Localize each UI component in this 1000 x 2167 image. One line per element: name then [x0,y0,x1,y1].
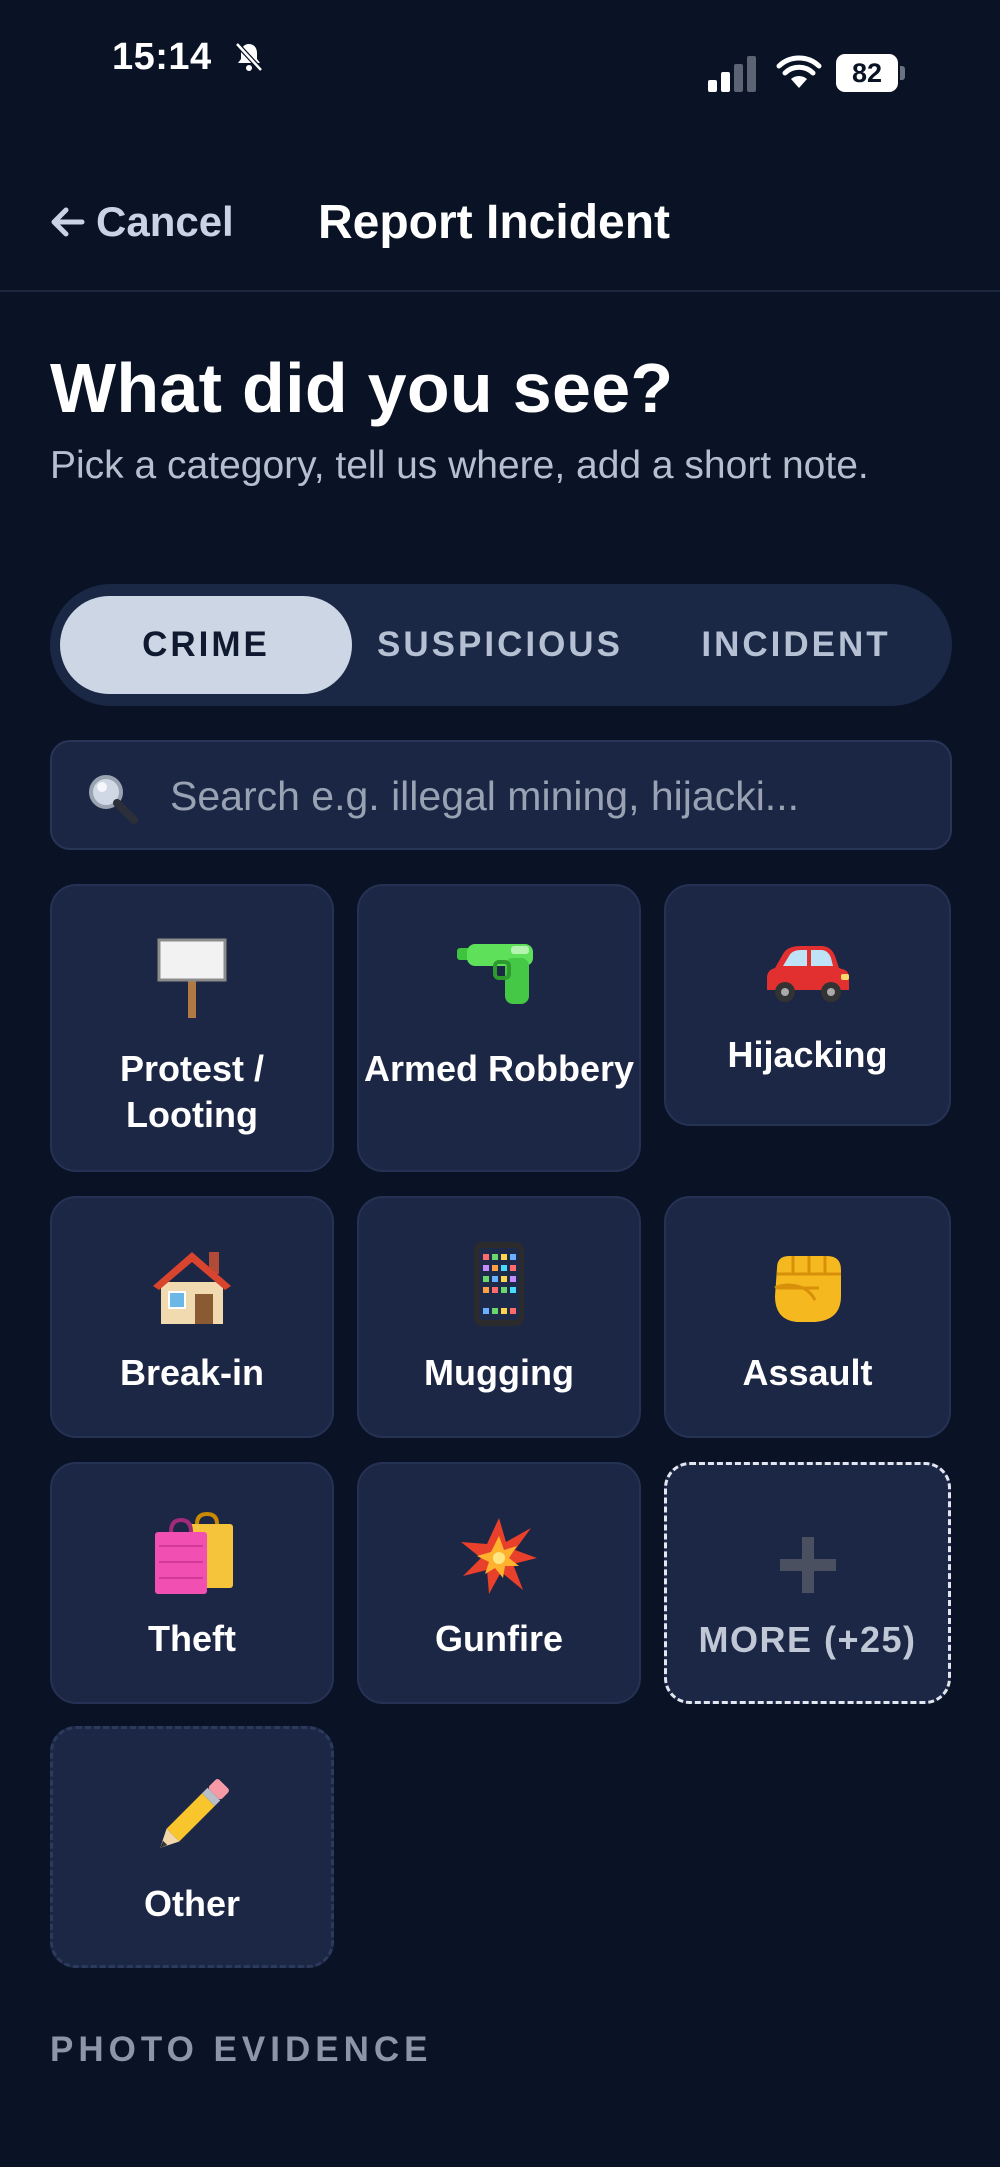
category-assault[interactable]: Assault [664,1196,951,1438]
water-pistol-icon [457,944,533,1004]
category-label: Assault [742,1352,873,1393]
category-label: Protest / Looting [119,1048,265,1135]
plus-icon [779,1537,836,1593]
battery-indicator: 82 [836,54,906,92]
battery-level: 82 [836,54,898,92]
photo-evidence-heading: PHOTO EVIDENCE [50,2030,433,2069]
page-title: What did you see? [50,349,674,427]
shopping-bags-icon [155,1512,233,1594]
category-theft[interactable]: Theft [50,1462,334,1704]
battery-cap [900,66,905,80]
category-label: Break-in [119,1352,265,1393]
car-icon [766,946,849,1002]
report-incident-screen: 15:14 82 Cancel Report Incident What did… [0,0,1000,2167]
cell-signal-icon [708,56,756,92]
category-label: Hijacking [727,1034,888,1075]
status-time: 15:14 [112,36,212,78]
protest-sign-icon [157,938,227,1018]
tab-crime[interactable]: CRIME [60,596,352,694]
page-subtitle: Pick a category, tell us where, add a sh… [50,444,869,487]
tab-suspicious[interactable]: SUSPICIOUS [355,596,645,694]
category-hijacking[interactable]: Hijacking [664,884,951,1126]
category-type-tabs: CRIME SUSPICIOUS INCIDENT [50,584,952,706]
cancel-label: Cancel [96,198,234,245]
category-label: Armed Robbery [363,1048,635,1089]
nav-header: Cancel Report Incident [0,180,1000,292]
search-box [50,740,952,850]
pencil-icon [160,1779,229,1848]
category-gunfire[interactable]: Gunfire [357,1462,641,1704]
explosion-icon [461,1518,537,1594]
category-label: Gunfire [434,1618,563,1659]
category-protest-looting[interactable]: Protest / Looting [50,884,334,1172]
search-input[interactable] [170,760,930,832]
category-label: MORE (+25) [698,1619,917,1660]
cancel-button[interactable]: Cancel [48,192,234,252]
category-mugging[interactable]: Mugging [357,1196,641,1438]
bell-off-icon [235,42,263,72]
category-label: Other [143,1883,240,1924]
category-more-button[interactable]: MORE (+25) [664,1462,951,1704]
tab-incident[interactable]: INCIDENT [650,596,942,694]
back-arrow-icon [51,207,85,237]
category-other[interactable]: Other [50,1726,334,1968]
fist-icon [773,1256,841,1322]
search-icon [89,775,138,824]
wifi-icon [776,55,822,88]
category-label: Theft [148,1618,236,1659]
category-label: Mugging [424,1352,574,1393]
category-break-in[interactable]: Break-in [50,1196,334,1438]
house-icon [153,1252,231,1324]
status-bar: 15:14 82 [0,0,1000,120]
category-armed-robbery[interactable]: Armed Robbery [357,884,641,1172]
phone-icon [474,1242,524,1326]
nav-title: Report Incident [318,195,671,249]
